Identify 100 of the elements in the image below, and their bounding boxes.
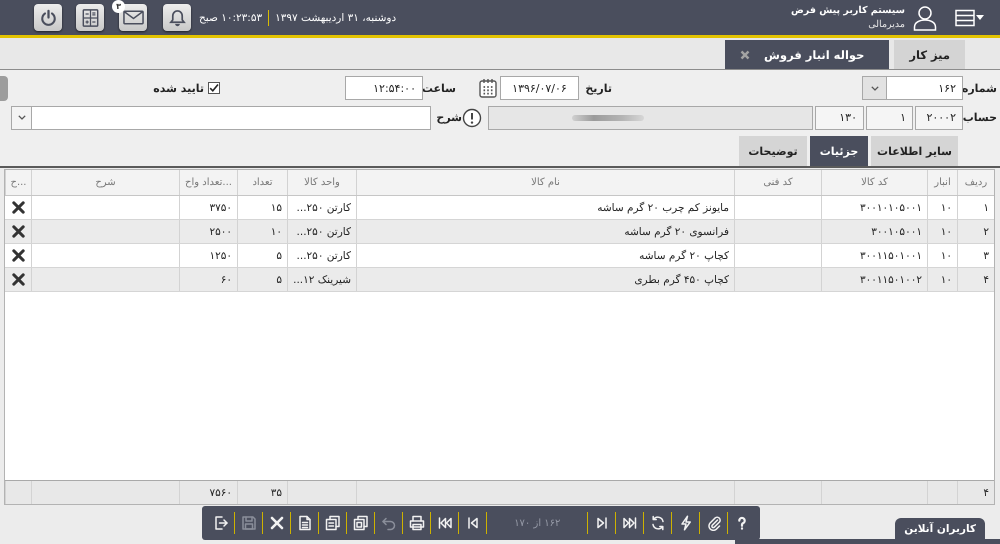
notifications-button[interactable] bbox=[163, 4, 191, 31]
envelope-icon bbox=[122, 10, 144, 25]
calculator-button[interactable] bbox=[76, 4, 104, 31]
save-icon bbox=[240, 515, 257, 531]
detail-tab[interactable]: سایر اطلاعات bbox=[871, 136, 958, 166]
account-code-field[interactable]: ۲۰۰۰۲ bbox=[915, 106, 963, 130]
date-text: دوشنبه، ۳۱ اردیبهشت ۱۳۹۷ bbox=[275, 12, 396, 24]
delete-icon[interactable] bbox=[10, 248, 26, 263]
detail-tab[interactable]: توضیحات bbox=[739, 136, 807, 166]
table-row[interactable]: ۲ ۱۰ ۳۰۰۱۰۵۰۰۱ فرانسوی ۲۰ گرم ساشه کارتن ۲۵۰... ۱۰ ۲۵۰۰ bbox=[5, 220, 994, 244]
print-icon bbox=[408, 515, 425, 531]
calculator-icon bbox=[82, 8, 98, 26]
date-field[interactable]: ۱۳۹۶/۰۷/۰۶ bbox=[500, 76, 579, 100]
table-row[interactable]: ۱ ۱۰ ۳۰۰۱۰۱۰۵۰۰۱ مایونز کم چرب ۲۰ گرم ساشه کارتن ۲۵۰... ۱۵ ۳۷۵۰ bbox=[5, 196, 994, 220]
table-cell: ۱ bbox=[957, 196, 994, 219]
skip-last-icon bbox=[622, 515, 638, 531]
table-cell: ۳۰۰۱۰۱۰۵۰۰۱ bbox=[821, 196, 927, 219]
bell-icon bbox=[168, 8, 186, 26]
total-cell: ۷۵۶۰ bbox=[179, 481, 237, 504]
approved-checkbox[interactable] bbox=[208, 82, 220, 94]
table-cell: کارتن ۲۵۰... bbox=[287, 220, 356, 243]
checkmark-icon bbox=[209, 83, 219, 93]
table-cell: مایونز کم چرب ۲۰ گرم ساشه bbox=[356, 196, 734, 219]
column-header[interactable]: انبار bbox=[927, 170, 957, 195]
table-cell: شیرینک ۱۲... bbox=[287, 268, 356, 291]
document-tab[interactable]: میز کار bbox=[894, 40, 965, 69]
column-header[interactable]: تعداد واح... bbox=[179, 170, 237, 195]
table-cell: کچاپ ۴۵۰ گرم بطری bbox=[356, 268, 734, 291]
table-cell: ۵ bbox=[237, 244, 287, 267]
table-cell: کارتن ۲۵۰... bbox=[287, 244, 356, 267]
document-icon bbox=[296, 515, 313, 531]
table-cell: ۳۰۰۱۰۵۰۰۱ bbox=[821, 220, 927, 243]
document-tab[interactable]: حواله انبار فروش bbox=[725, 40, 890, 69]
mail-button[interactable] bbox=[119, 4, 147, 31]
column-header[interactable]: ردیف bbox=[957, 170, 994, 195]
table-cell: ۱۰ bbox=[927, 220, 957, 243]
column-header[interactable]: کد فنی bbox=[734, 170, 821, 195]
power-icon bbox=[40, 8, 56, 26]
table-cell: ۳ bbox=[957, 244, 994, 267]
table-row[interactable]: ۳ ۱۰ ۳۰۰۱۱۵۰۱۰۰۱ کچاپ ۲۰ گرم ساشه کارتن ۲۵۰... ۵ ۱۲۵۰ bbox=[5, 244, 994, 268]
calendar-icon[interactable] bbox=[479, 78, 497, 98]
delete-icon[interactable] bbox=[10, 200, 26, 215]
table-row[interactable]: ۴ ۱۰ ۳۰۰۱۱۵۰۱۰۰۲ کچاپ ۴۵۰ گرم بطری شیرینک ۱۲... ۵ ۶۰ bbox=[5, 268, 994, 292]
table-cell: کچاپ ۲۰ گرم ساشه bbox=[356, 244, 734, 267]
clone-icon bbox=[352, 515, 369, 531]
table-cell: کارتن ۲۵۰... bbox=[287, 196, 356, 219]
table-cell: ۱۲۵۰ bbox=[179, 244, 237, 267]
side-panel-handle[interactable] bbox=[0, 76, 8, 101]
chevron-down-icon bbox=[870, 86, 878, 90]
record-position: ۱۶۲ از ۱۷۰ bbox=[513, 518, 562, 528]
description-label: شرح bbox=[435, 111, 462, 124]
column-header[interactable]: واحد کالا bbox=[287, 170, 356, 195]
skip-first-icon bbox=[436, 515, 453, 531]
table-cell: ۳۷۵۰ bbox=[179, 196, 237, 219]
delete-icon bbox=[268, 515, 285, 531]
column-header[interactable]: نام کالا bbox=[356, 170, 734, 195]
exit-icon bbox=[212, 515, 229, 531]
account-name-field[interactable] bbox=[488, 106, 813, 130]
undo-icon bbox=[380, 515, 397, 531]
user-role: مدیرمالی bbox=[868, 19, 905, 30]
table-cell: ۲ bbox=[957, 220, 994, 243]
table-cell: ۳۰۰۱۱۵۰۱۰۰۱ bbox=[821, 244, 927, 267]
approved-label: تایید شده bbox=[153, 82, 204, 94]
delete-icon[interactable] bbox=[10, 272, 26, 287]
description-field[interactable] bbox=[31, 106, 431, 130]
table-cell: ۳۰۰۱۱۵۰۱۰۰۲ bbox=[821, 268, 927, 291]
online-users-tab[interactable]: کاربران آنلاین bbox=[895, 518, 985, 540]
total-cell: ۳۵ bbox=[237, 481, 287, 504]
number-field[interactable]: ۱۶۲ bbox=[886, 76, 963, 100]
column-header[interactable]: شرح bbox=[31, 170, 179, 195]
table-cell: ۱۰ bbox=[927, 244, 957, 267]
copy-icon bbox=[324, 515, 341, 531]
account-label: حساب bbox=[966, 111, 997, 124]
column-header[interactable]: تعداد bbox=[237, 170, 287, 195]
table-cell: ۴ bbox=[957, 268, 994, 291]
table-cell: ۵ bbox=[237, 268, 287, 291]
tab-label: حواله انبار فروش bbox=[764, 48, 864, 62]
chevron-down-icon bbox=[18, 115, 26, 120]
table-cell: ۱۰ bbox=[237, 220, 287, 243]
table-cell: ۲۵۰۰ bbox=[179, 220, 237, 243]
column-header[interactable]: کد کالا bbox=[821, 170, 927, 195]
user-icon bbox=[913, 4, 937, 30]
account-code-field[interactable]: ۱ bbox=[866, 106, 913, 130]
blurred-text bbox=[572, 114, 644, 120]
table-cell: ۱۰ bbox=[927, 196, 957, 219]
account-code-field[interactable]: ۱۳۰ bbox=[815, 106, 864, 130]
detail-tab[interactable]: جزئیات bbox=[810, 136, 868, 166]
number-label: شماره bbox=[965, 82, 997, 94]
mail-badge: ۳ bbox=[112, 0, 125, 13]
column-header[interactable]: ح... bbox=[5, 170, 31, 195]
time-field[interactable]: ۱۲:۵۴:۰۰ bbox=[345, 76, 423, 100]
delete-icon[interactable] bbox=[10, 224, 26, 239]
time-text: ۱۰:۲۳:۵۳ صبح bbox=[199, 12, 262, 24]
user-name: سیستم کاربر پیش فرض bbox=[791, 5, 905, 16]
power-button[interactable] bbox=[34, 4, 62, 31]
menu-icon[interactable] bbox=[955, 8, 985, 26]
close-icon[interactable] bbox=[740, 50, 750, 60]
total-cell: ۴ bbox=[957, 481, 994, 504]
table-cell: ۱۰ bbox=[927, 268, 957, 291]
warning-icon bbox=[462, 108, 482, 128]
